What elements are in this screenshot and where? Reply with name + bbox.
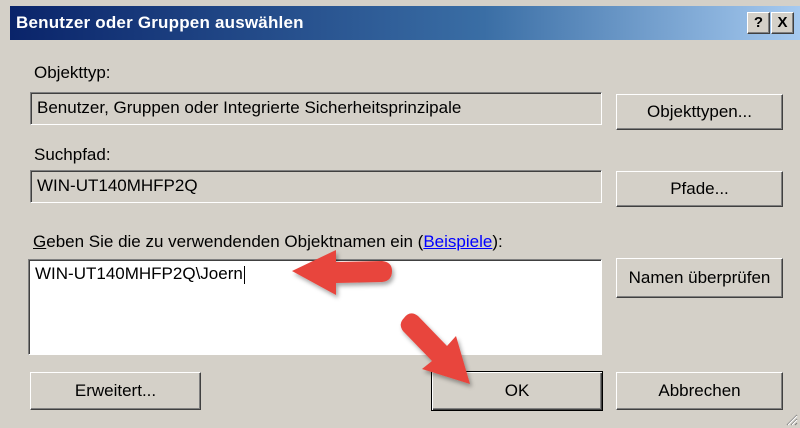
object-names-label: Geben Sie die zu verwendenden Objektname…: [33, 232, 503, 252]
cancel-button[interactable]: Abbrechen: [616, 372, 783, 410]
window-title: Benutzer oder Gruppen auswählen: [16, 13, 304, 32]
ok-button[interactable]: OK: [431, 371, 603, 411]
text-cursor: [243, 265, 245, 284]
object-names-value: WIN-UT140MHFP2Q\Joern: [35, 264, 243, 283]
help-button[interactable]: ?: [747, 12, 770, 34]
object-names-label-text: eben Sie die zu verwendenden Objektnamen…: [46, 232, 424, 251]
object-types-button[interactable]: Objekttypen...: [616, 94, 783, 130]
examples-link[interactable]: Beispiele: [423, 232, 492, 251]
search-path-field: WIN-UT140MHFP2Q: [30, 170, 602, 203]
advanced-button[interactable]: Erweitert...: [30, 372, 201, 410]
object-names-input[interactable]: WIN-UT140MHFP2Q\Joern: [28, 259, 602, 355]
paths-button[interactable]: Pfade...: [616, 171, 783, 207]
annotation-overlay: [292, 250, 470, 384]
search-path-label: Suchpfad:: [34, 145, 111, 164]
close-button[interactable]: X: [771, 12, 794, 34]
accelerator-key: G: [33, 232, 47, 251]
resize-grip-icon[interactable]: [784, 412, 798, 426]
object-names-label-end: ):: [492, 232, 503, 251]
title-bar: Benutzer oder Gruppen auswählen ? X: [10, 6, 800, 40]
object-type-field: Benutzer, Gruppen oder Integrierte Siche…: [30, 92, 602, 125]
object-type-label: Objekttyp:: [34, 63, 111, 82]
check-names-button[interactable]: Namen überprüfen: [616, 258, 783, 298]
select-users-dialog: Benutzer oder Gruppen auswählen ? X Obje…: [0, 0, 800, 428]
